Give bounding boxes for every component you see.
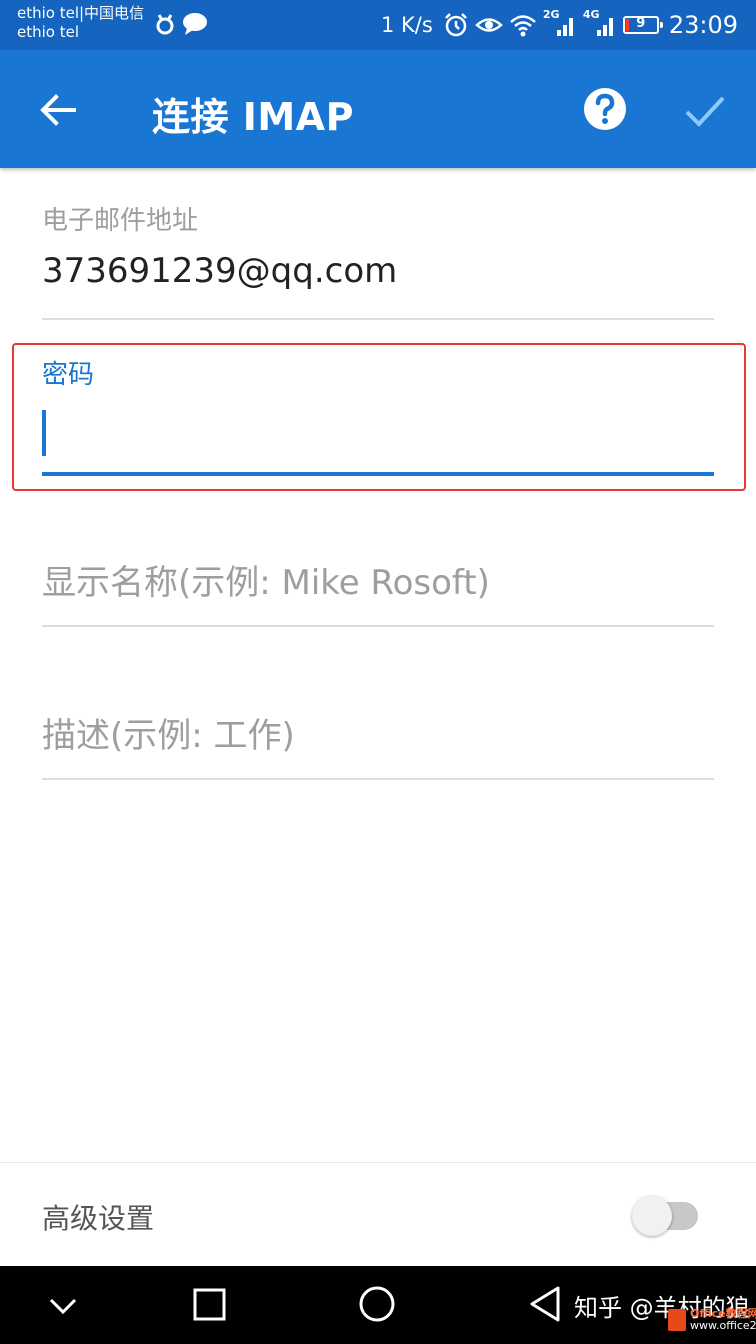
confirm-button[interactable] <box>682 88 728 134</box>
square-icon <box>193 1288 226 1321</box>
advanced-settings-toggle[interactable] <box>632 1196 698 1236</box>
clock: 23:09 <box>668 11 738 39</box>
advanced-settings-label: 高级设置 <box>42 1202 155 1235</box>
email-label: 电子邮件地址 <box>42 206 199 236</box>
recents-button[interactable] <box>184 1280 234 1330</box>
password-input[interactable] <box>42 408 714 456</box>
chevron-down-icon <box>49 1298 77 1315</box>
eye-icon <box>474 18 503 32</box>
signal-icon <box>556 18 573 36</box>
wifi-icon <box>509 15 536 37</box>
status-bar: ethio tel|中国电信 ethio tel 1 K/s 2G 4G 9 2… <box>0 0 756 50</box>
signal-icon <box>596 18 613 36</box>
description-underline <box>42 778 714 780</box>
display-name-placeholder: 显示名称(示例: Mike Rosoft) <box>42 563 490 603</box>
carrier-line-2: ethio tel <box>17 23 80 41</box>
email-underline <box>42 318 714 320</box>
battery-level: 9 <box>636 16 646 31</box>
signal-2g: 2G <box>543 8 577 38</box>
debug-icon <box>156 14 174 35</box>
toggle-thumb <box>632 1196 672 1236</box>
display-name-field[interactable]: 显示名称(示例: Mike Rosoft) <box>42 555 714 630</box>
chat-bubble-icon <box>183 13 207 35</box>
divider <box>0 1162 756 1163</box>
system-back-button[interactable] <box>520 1280 570 1330</box>
back-button[interactable] <box>36 88 80 132</box>
signal-4g: 4G <box>583 8 617 38</box>
app-bar: 连接 IMAP <box>0 50 756 168</box>
circle-icon <box>359 1286 395 1322</box>
text-caret <box>42 410 46 456</box>
home-button[interactable] <box>352 1280 402 1330</box>
page-title: 连接 IMAP <box>152 95 354 139</box>
triangle-back-icon <box>530 1286 560 1322</box>
carrier-info: ethio tel|中国电信 ethio tel <box>17 4 144 42</box>
display-name-underline <box>42 625 714 627</box>
office-logo-icon <box>668 1309 686 1331</box>
network-speed: 1 K/s <box>381 13 433 37</box>
office-logo: Office教程网 www.office26.com <box>668 1308 756 1332</box>
email-value[interactable]: 373691239@qq.com <box>42 251 714 291</box>
help-icon <box>584 88 626 130</box>
description-placeholder: 描述(示例: 工作) <box>42 716 295 756</box>
carrier-line-1: ethio tel|中国电信 <box>17 4 145 22</box>
hide-nav-button[interactable] <box>38 1280 88 1330</box>
battery-icon: 9 <box>622 16 663 34</box>
password-underline <box>42 472 714 476</box>
check-icon <box>685 96 725 127</box>
alarm-icon <box>444 13 467 37</box>
office-logo-url: www.office26.com <box>690 1319 756 1332</box>
back-arrow-icon <box>40 94 76 126</box>
password-label: 密码 <box>42 360 95 390</box>
description-field[interactable]: 描述(示例: 工作) <box>42 708 714 783</box>
navigation-bar: 知乎 @羊村的狼 Office教程网 www.office26.com <box>0 1266 756 1344</box>
help-button[interactable] <box>582 86 628 132</box>
email-field: 电子邮件地址 373691239@qq.com <box>42 200 714 322</box>
password-field: 密码 <box>42 354 714 484</box>
